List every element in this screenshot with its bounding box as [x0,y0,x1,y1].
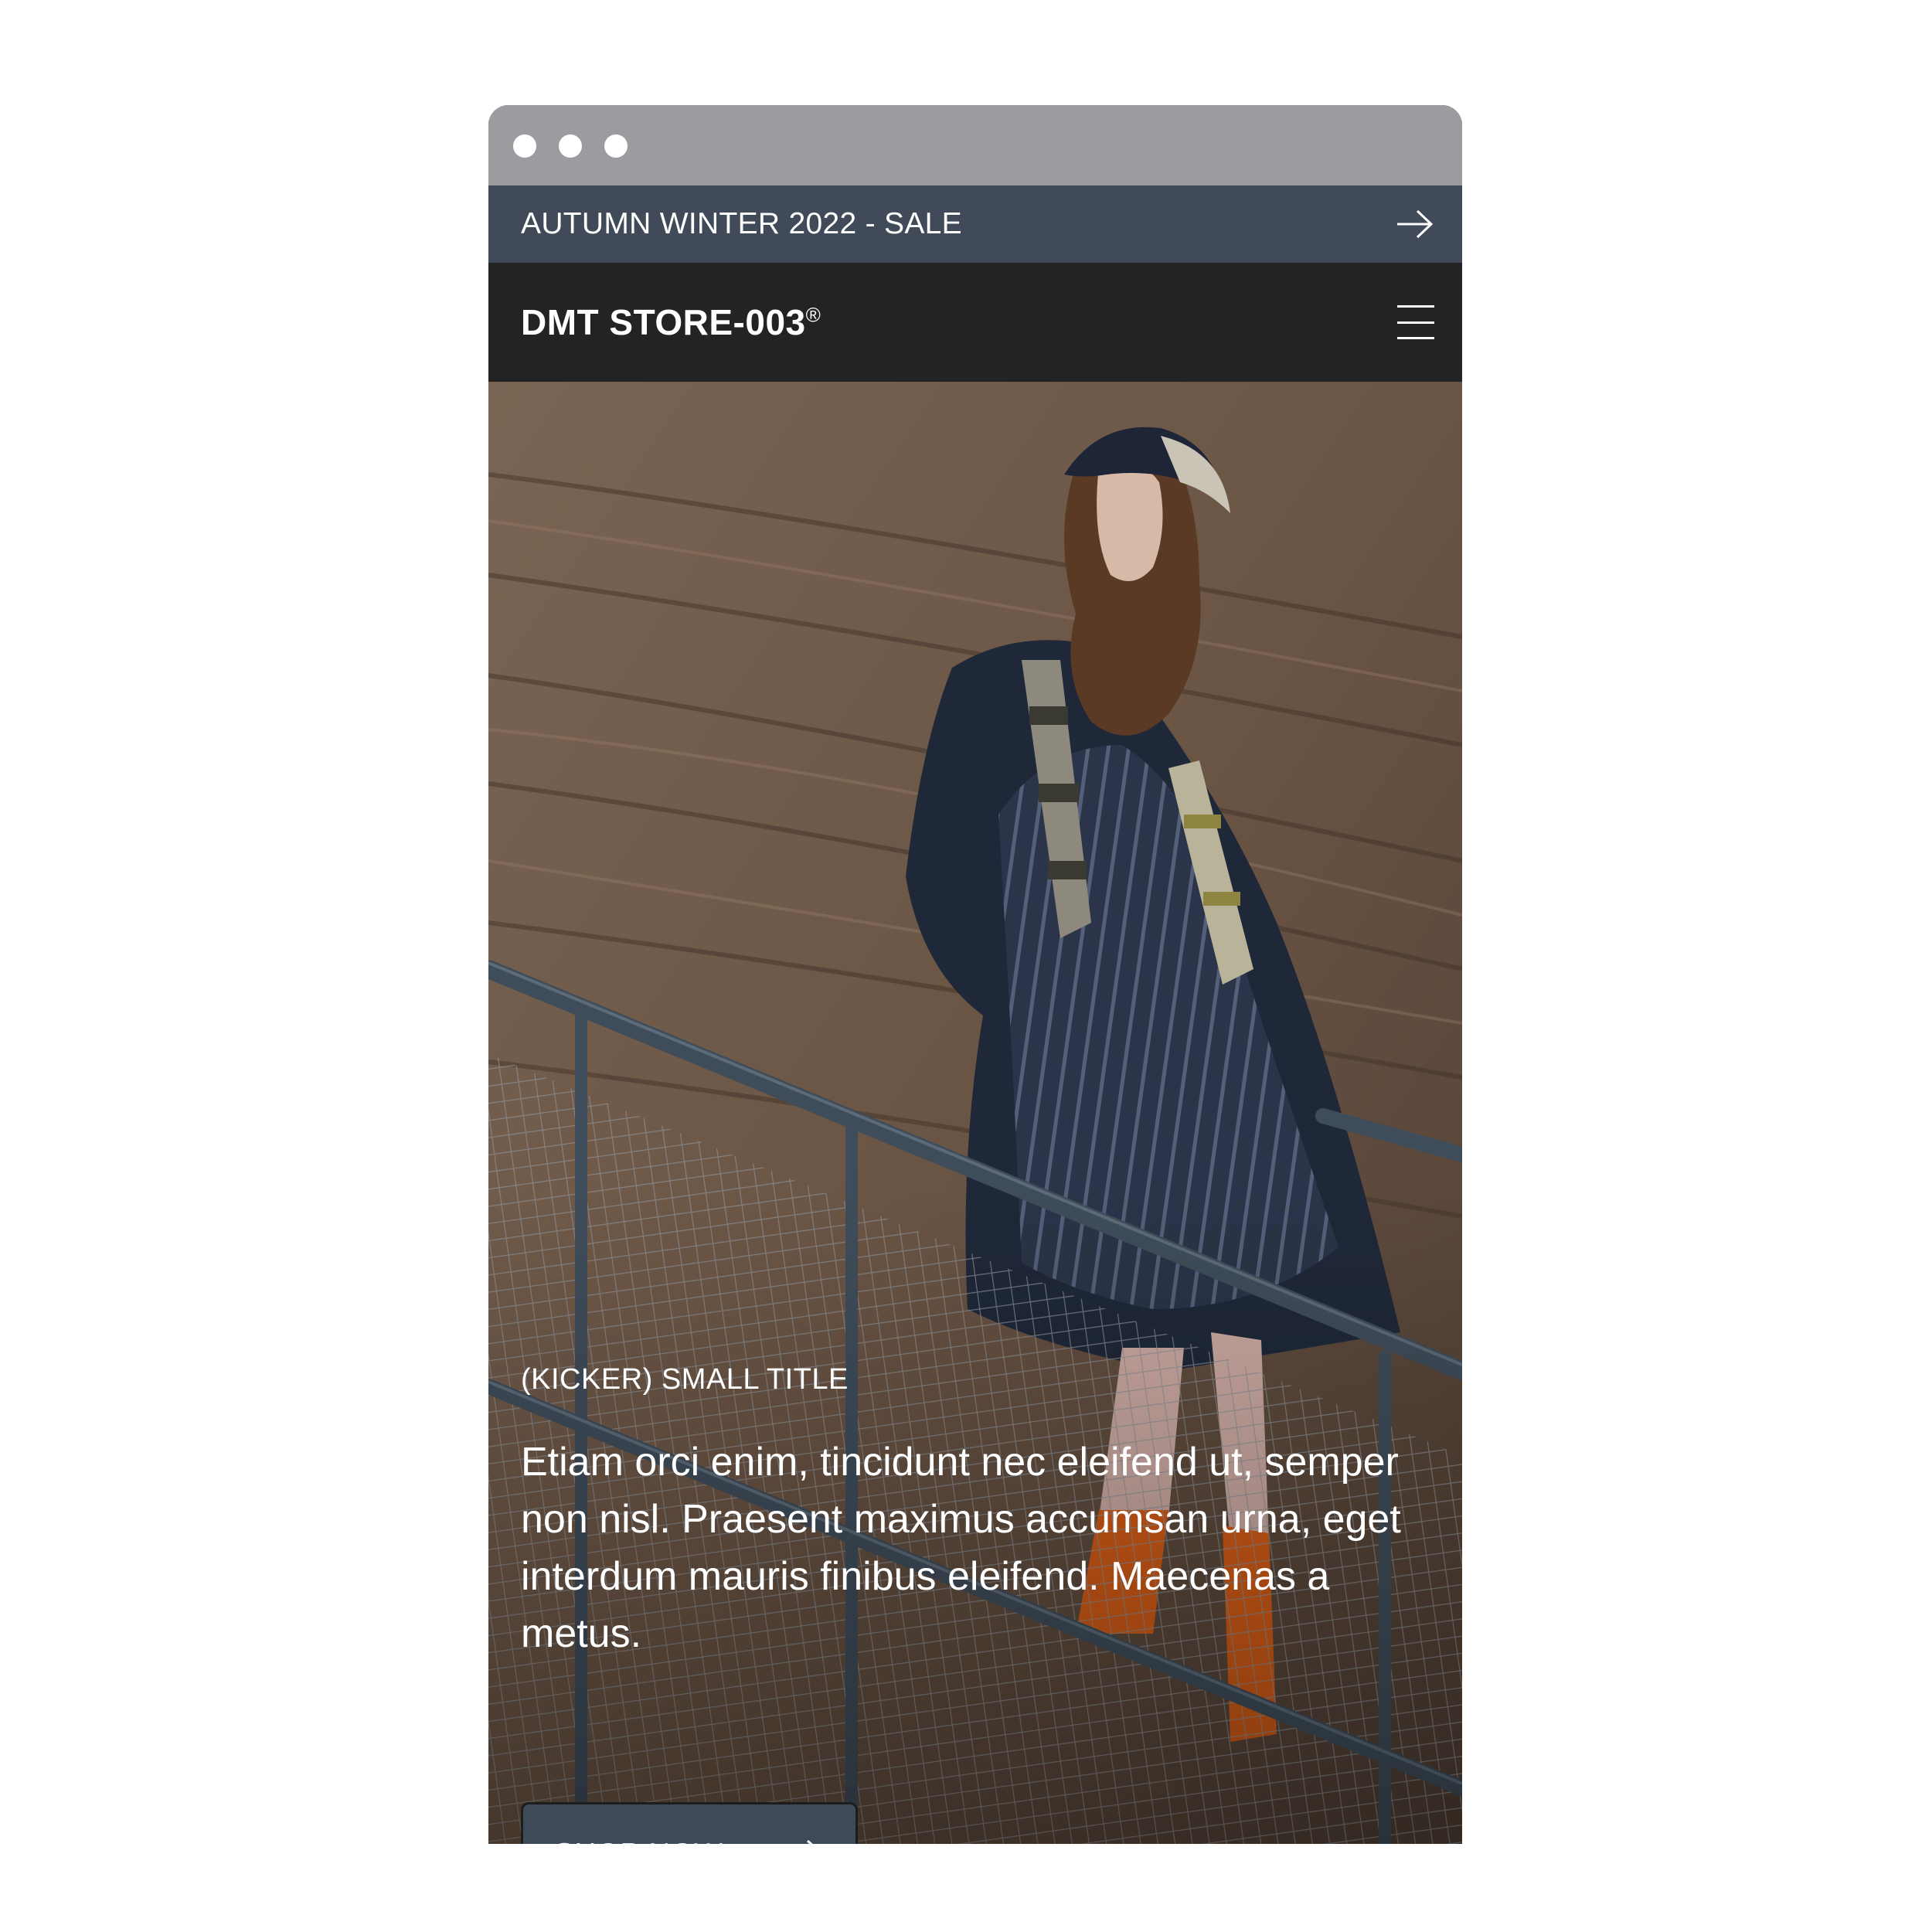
brand-logo[interactable]: DMT STORE-003® [521,301,821,343]
browser-window: AUTUMN WINTER 2022 - SALE DMT STORE-003® [488,105,1462,1844]
registered-mark: ® [805,303,821,327]
site-header: DMT STORE-003® [488,263,1462,382]
promo-banner[interactable]: AUTUMN WINTER 2022 - SALE [488,185,1462,263]
hero-text-block: (KICKER) SMALL TITLE Etiam orci enim, ti… [521,1363,1448,1662]
window-dot-minimize[interactable] [559,134,582,158]
long-arrow-right-icon [753,1838,825,1844]
shop-now-button[interactable]: SHOP NOW [521,1802,858,1844]
slide-pager: 1 / 2 [1161,1835,1439,1844]
hero-body-text: Etiam orci enim, tincidunt nec eleifend … [521,1440,1401,1656]
brand-name: DMT STORE-003 [521,302,806,342]
promo-text: AUTUMN WINTER 2022 - SALE [521,207,962,240]
window-dot-maximize[interactable] [604,134,628,158]
hero-kicker: (KICKER) SMALL TITLE [521,1363,849,1396]
window-dot-close[interactable] [513,134,536,158]
hamburger-menu-icon[interactable] [1397,304,1434,341]
arrow-right-icon[interactable] [1396,209,1434,240]
hero-section: (KICKER) SMALL TITLE Etiam orci enim, ti… [488,382,1462,1844]
window-titlebar [488,105,1462,185]
shop-now-label: SHOP NOW [554,1838,723,1844]
